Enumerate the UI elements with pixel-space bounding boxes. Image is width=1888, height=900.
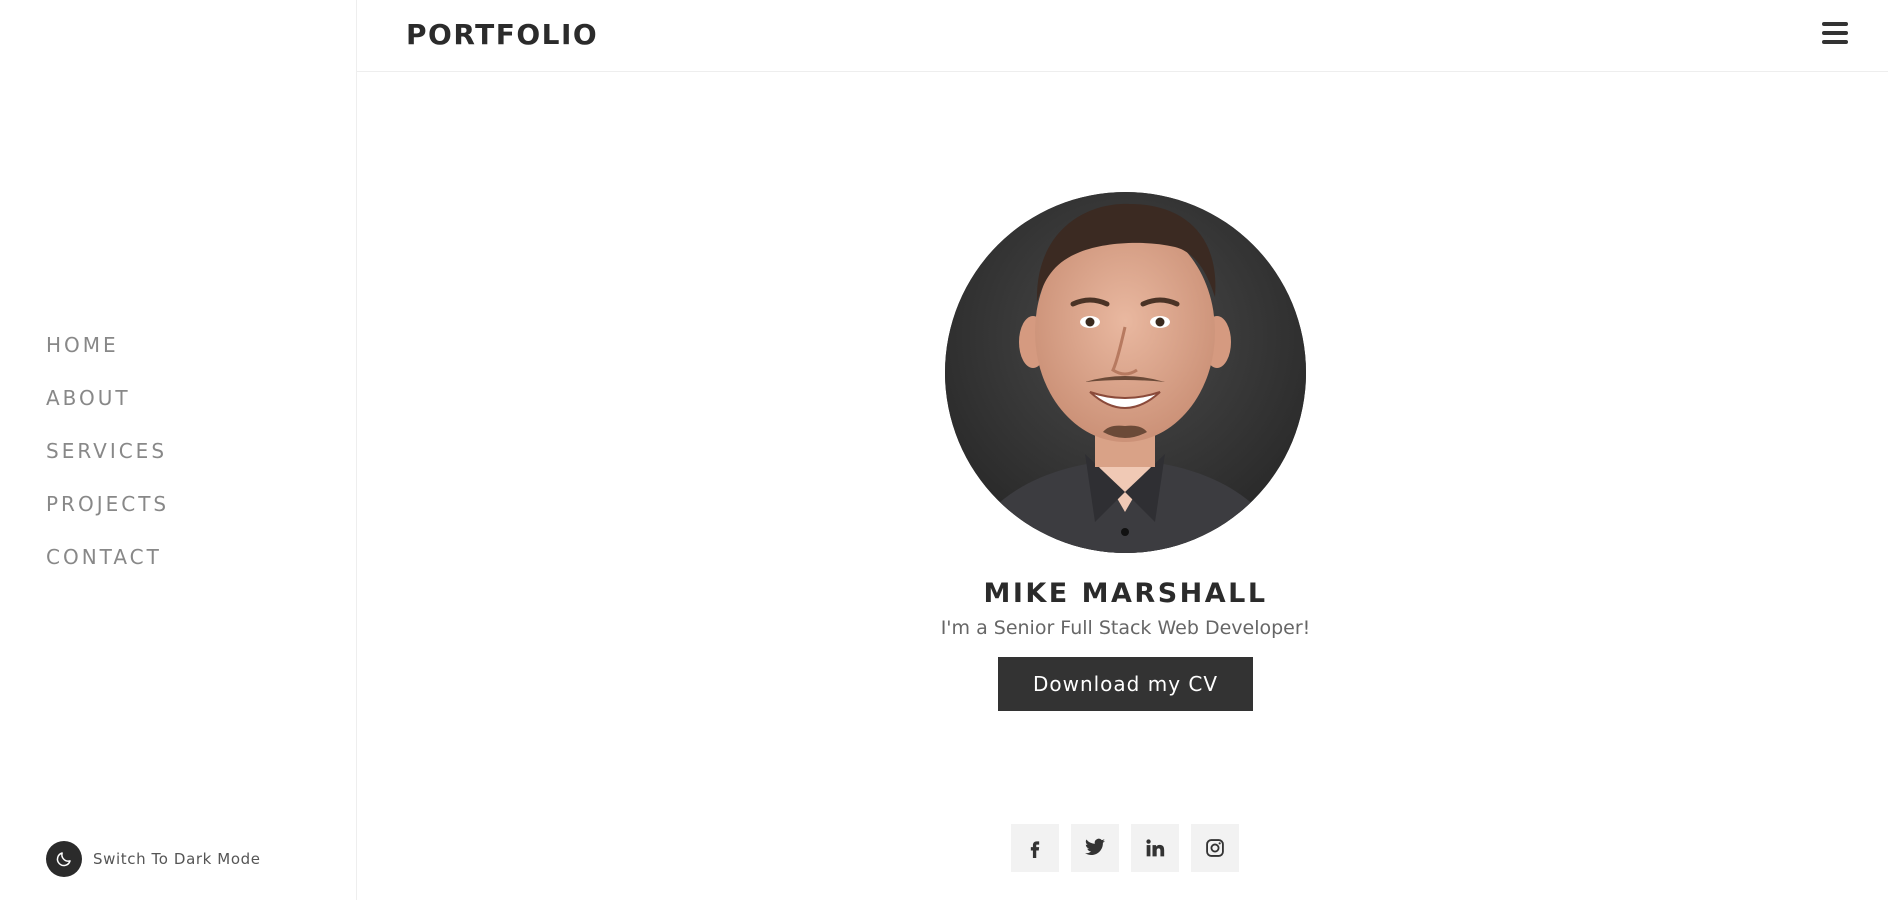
sidebar-item-projects[interactable]: PROJECTS xyxy=(46,489,169,542)
hamburger-menu-icon[interactable] xyxy=(1822,22,1848,46)
profile-photo xyxy=(945,192,1306,553)
sidebar-item-home[interactable]: HOME xyxy=(46,330,169,383)
dark-mode-label[interactable]: Switch To Dark Mode xyxy=(93,850,261,868)
instagram-icon[interactable] xyxy=(1191,824,1239,872)
download-cv-button[interactable]: Download my CV xyxy=(998,657,1253,711)
top-header: PORTFOLIO xyxy=(357,0,1888,72)
hero-section: MIKE MARSHALL I'm a Senior Full Stack We… xyxy=(357,72,1888,900)
sidebar: HOME ABOUT SERVICES PROJECTS CONTACT Swi… xyxy=(0,0,357,900)
dark-mode-toggle[interactable]: Switch To Dark Mode xyxy=(46,841,261,877)
twitter-icon[interactable] xyxy=(1071,824,1119,872)
profile-tagline: I'm a Senior Full Stack Web Developer! xyxy=(940,617,1311,639)
sidebar-item-contact[interactable]: CONTACT xyxy=(46,542,169,595)
site-logo[interactable]: PORTFOLIO xyxy=(406,18,598,51)
moon-icon[interactable] xyxy=(46,841,82,877)
social-links xyxy=(1011,824,1251,872)
facebook-icon[interactable] xyxy=(1011,824,1059,872)
sidebar-item-about[interactable]: ABOUT xyxy=(46,383,169,436)
sidebar-item-services[interactable]: SERVICES xyxy=(46,436,169,489)
profile-name: MIKE MARSHALL xyxy=(983,578,1268,609)
linkedin-icon[interactable] xyxy=(1131,824,1179,872)
sidebar-nav: HOME ABOUT SERVICES PROJECTS CONTACT xyxy=(46,330,169,595)
